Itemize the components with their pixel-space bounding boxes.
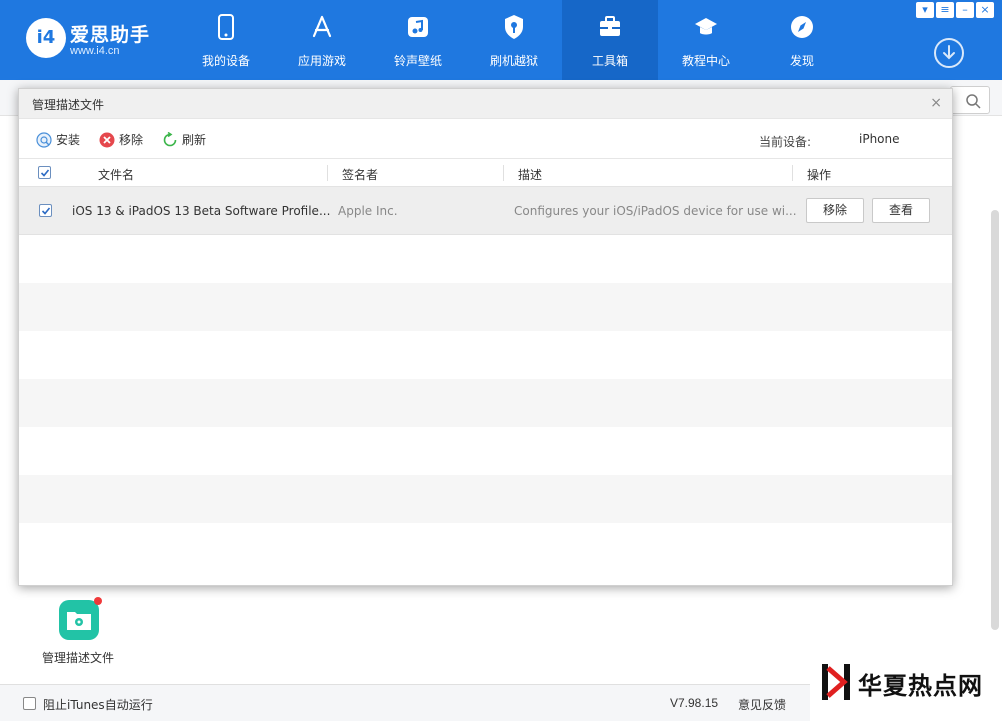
feedback-link[interactable]: 意见反馈 (738, 696, 786, 713)
block-itunes-checkbox[interactable] (23, 697, 36, 710)
install-icon (36, 131, 52, 148)
empty-row (19, 379, 952, 427)
app-logo: i4 (26, 18, 66, 58)
install-label: 安装 (56, 133, 81, 147)
background-search-button[interactable] (950, 86, 990, 114)
table-header: 文件名 签名者 描述 操作 (19, 159, 952, 187)
download-icon (943, 45, 955, 60)
profile-list: iOS 13 & iPadOS 13 Beta Software Profile… (19, 187, 952, 538)
nav-tutorials[interactable]: 教程中心 (658, 0, 754, 80)
watermark-logo-icon (822, 664, 850, 700)
manage-profiles-tool[interactable] (59, 600, 99, 640)
checkmark-icon (41, 207, 51, 215)
watermark-text: 华夏热点网 (858, 672, 983, 700)
nav-label: 我的设备 (201, 54, 250, 68)
remove-icon (99, 132, 115, 147)
nav-label: 工具箱 (591, 54, 628, 68)
column-header-signer[interactable]: 签名者 (342, 166, 378, 183)
nav-ringtones[interactable]: 铃声壁纸 (370, 0, 466, 80)
profile-description: Configures your iOS/iPadOS device for us… (514, 204, 796, 218)
window-controls: ▾ ≡ – × (916, 2, 994, 18)
version-label: V7.98.15 (670, 696, 719, 710)
empty-row (19, 475, 952, 523)
refresh-label: 刷新 (182, 133, 207, 147)
empty-row (19, 523, 952, 538)
column-header-name[interactable]: 文件名 (98, 166, 134, 183)
column-divider (503, 165, 504, 181)
top-header: i4 爱思助手 www.i4.cn 我的设备 应用游戏 铃声壁纸 刷机越狱 工具… (0, 0, 1002, 80)
table-row[interactable]: iOS 13 & iPadOS 13 Beta Software Profile… (19, 187, 952, 235)
tool-label[interactable]: 管理描述文件 (42, 649, 114, 666)
dialog-title-bar: 管理描述文件 × (19, 89, 952, 119)
shield-key-icon (505, 15, 523, 39)
notification-badge (94, 597, 102, 605)
profile-signer: Apple Inc. (338, 204, 398, 218)
search-icon (966, 94, 981, 109)
empty-row (19, 427, 952, 475)
background-scrollbar[interactable] (991, 210, 999, 630)
checkmark-icon (40, 169, 50, 177)
graduation-cap-icon (695, 18, 717, 35)
row-remove-button[interactable]: 移除 (806, 198, 864, 223)
toolbox-icon (600, 16, 620, 36)
empty-row (19, 283, 952, 331)
music-note-icon (408, 17, 428, 37)
empty-row (19, 235, 952, 283)
nav-flash-jailbreak[interactable]: 刷机越狱 (466, 0, 562, 80)
nav-toolbox[interactable]: 工具箱 (562, 0, 658, 80)
nav-label: 刷机越狱 (489, 54, 538, 68)
nav-label: 铃声壁纸 (393, 54, 442, 68)
remove-button[interactable]: 移除 (99, 131, 143, 148)
minimize-icon[interactable]: – (956, 2, 974, 18)
brand-url: www.i4.cn (70, 45, 120, 57)
compass-icon (791, 16, 813, 38)
current-device-label: 当前设备: (759, 135, 812, 149)
current-device-value: iPhone (859, 132, 900, 146)
select-all-checkbox[interactable] (38, 166, 51, 179)
brand-name: 爱思助手 (70, 24, 151, 46)
install-button[interactable]: 安装 (36, 131, 80, 148)
block-itunes-label[interactable]: 阻止iTunes自动运行 (43, 696, 153, 713)
dialog-title: 管理描述文件 (32, 98, 105, 112)
row-view-button[interactable]: 查看 (872, 198, 930, 223)
column-header-action: 操作 (807, 168, 832, 182)
nav-label: 发现 (789, 54, 814, 68)
column-header-desc[interactable]: 描述 (518, 166, 542, 183)
profile-name: iOS 13 & iPadOS 13 Beta Software Profile… (72, 204, 330, 218)
manage-profiles-dialog: 管理描述文件 × 安装 移除 刷新 当前设备: iPhone 文件名 签名者 描… (18, 88, 953, 586)
column-divider (792, 165, 793, 181)
menu-icon[interactable]: ≡ (936, 2, 954, 18)
row-checkbox[interactable] (39, 204, 52, 217)
nav-label: 教程中心 (681, 54, 730, 68)
remove-label: 移除 (119, 133, 144, 147)
dialog-toolbar: 安装 移除 刷新 当前设备: iPhone (19, 119, 952, 159)
shirt-icon[interactable]: ▾ (916, 2, 934, 18)
dialog-close-button[interactable]: × (930, 95, 942, 111)
nav-discover[interactable]: 发现 (754, 0, 850, 80)
nav-label: 应用游戏 (297, 54, 346, 68)
nav-my-device[interactable]: 我的设备 (178, 0, 274, 80)
column-divider (327, 165, 328, 181)
watermark: 华夏热点网 (810, 652, 1002, 721)
phone-icon (218, 14, 234, 40)
main-nav: 我的设备 应用游戏 铃声壁纸 刷机越狱 工具箱 教程中心 发现 (178, 0, 850, 80)
close-icon[interactable]: × (976, 2, 994, 18)
folder-gear-icon (67, 612, 91, 630)
empty-row (19, 331, 952, 379)
refresh-icon (163, 131, 177, 146)
download-button[interactable] (934, 38, 964, 68)
nav-apps-games[interactable]: 应用游戏 (274, 0, 370, 80)
app-store-icon (312, 15, 332, 38)
refresh-button[interactable]: 刷新 (162, 131, 206, 148)
